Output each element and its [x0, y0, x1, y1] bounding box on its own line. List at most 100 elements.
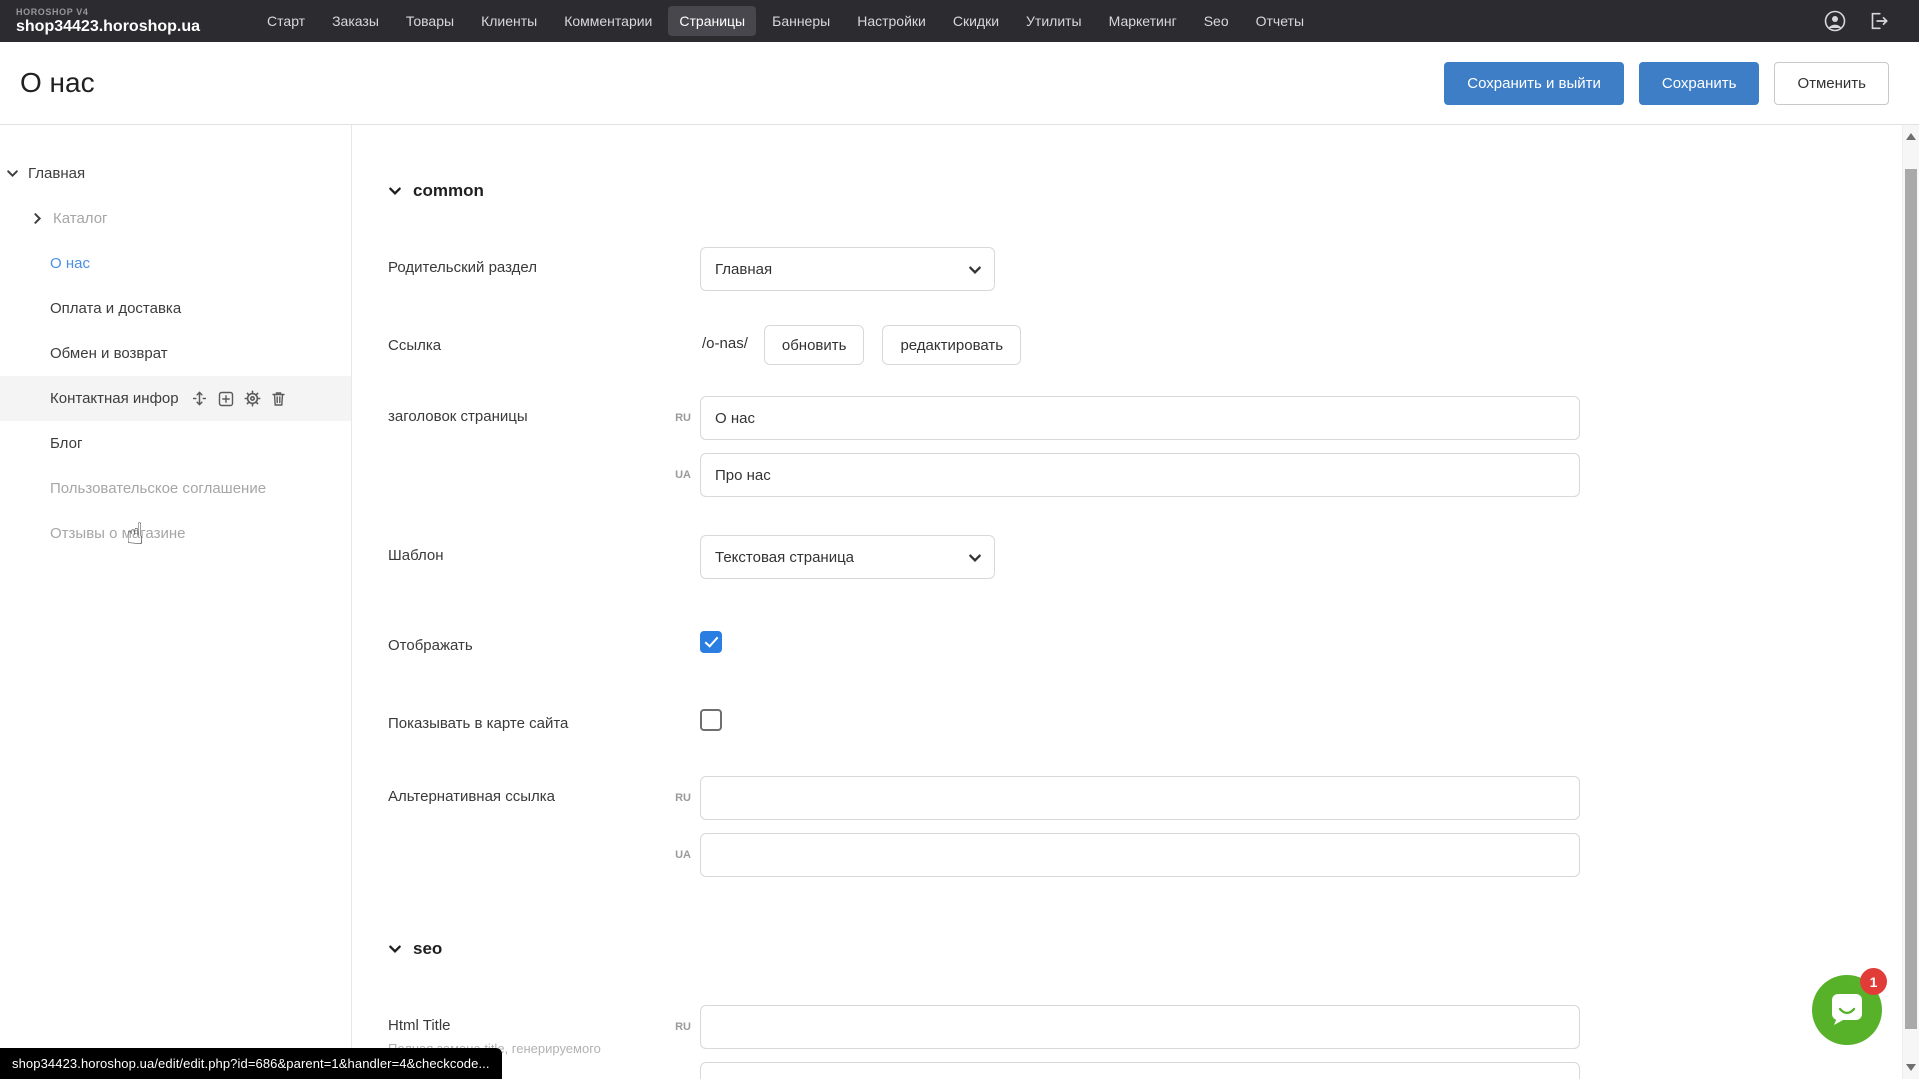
page-edit-form: common Родительский раздел Главная Ссылк… [352, 125, 1919, 1079]
tree-item-label: О нас [50, 255, 90, 272]
tree-item-otzyvy-o-magazine[interactable]: Отзывы о магазине [0, 511, 351, 556]
nav-item-marketing[interactable]: Маркетинг [1098, 6, 1188, 36]
field-label: Отображать [388, 625, 700, 654]
field-alt-link: Альтернативная ссылка RU UA [388, 776, 1919, 877]
scroll-up-arrow[interactable] [1906, 133, 1916, 140]
field-html-title: Html Title Полная замена title, генериру… [388, 1005, 1919, 1079]
chevron-right-icon[interactable] [31, 212, 44, 225]
tree-item-o-nas[interactable]: О нас [0, 241, 351, 286]
field-link: Ссылка /o-nas/ обновить редактировать [388, 325, 1919, 365]
nav-item-utilities[interactable]: Утилиты [1015, 6, 1093, 36]
tree-item-actions [191, 390, 286, 407]
nav-item-start[interactable]: Старт [256, 6, 316, 36]
tree-item-obmen-i-vozvrat[interactable]: Обмен и возврат [0, 331, 351, 376]
select-value: Текстовая страница [715, 549, 854, 566]
nav-item-settings[interactable]: Настройки [846, 6, 937, 36]
alt-link-ua-input[interactable] [700, 833, 1580, 877]
nav-item-seo[interactable]: Seo [1193, 6, 1240, 36]
field-label: Шаблон [388, 535, 700, 564]
add-page-icon[interactable] [218, 391, 234, 407]
page-title-ua-input[interactable] [700, 453, 1580, 497]
tree-item-label: Оплата и доставка [50, 300, 181, 317]
chevron-down-icon [388, 184, 402, 198]
page-title: О нас [20, 67, 95, 99]
header-buttons: Сохранить и выйти Сохранить Отменить [1444, 62, 1889, 105]
field-label: Родительский раздел [388, 247, 700, 276]
main-nav: Старт Заказы Товары Клиенты Комментарии … [256, 6, 1315, 36]
link-status-bar: shop34423.horoshop.ua/edit/edit.php?id=6… [0, 1048, 502, 1079]
chevron-down-icon [388, 942, 402, 956]
tree-item-polzovatelskoe-soglashenie[interactable]: Пользовательское соглашение [0, 466, 351, 511]
lang-tag-ua: UA [644, 833, 700, 861]
html-title-ua-input[interactable] [700, 1062, 1580, 1079]
cancel-button[interactable]: Отменить [1774, 62, 1889, 105]
nav-item-clients[interactable]: Клиенты [470, 6, 548, 36]
field-label: Html Title [388, 1017, 644, 1034]
nav-item-products[interactable]: Товары [395, 6, 465, 36]
chevron-down-icon [968, 551, 982, 569]
brand-logo[interactable]: HOROSHOP V4 shop34423.horoshop.ua [16, 8, 200, 35]
body: Главная Каталог О нас Оплата и доставка … [0, 125, 1919, 1079]
section-seo[interactable]: seo [388, 939, 1919, 959]
alt-link-ru-input[interactable] [700, 776, 1580, 820]
section-common[interactable]: common [388, 181, 1919, 201]
refresh-link-button[interactable]: обновить [764, 325, 865, 365]
field-display: Отображать [388, 625, 1919, 654]
chevron-down-icon[interactable] [6, 167, 19, 180]
page-title-ru-input[interactable] [700, 396, 1580, 440]
tree-item-label: Блог [50, 435, 82, 452]
nav-item-orders[interactable]: Заказы [321, 6, 390, 36]
drag-move-icon[interactable] [191, 390, 208, 407]
tree-item-glavnaya[interactable]: Главная [0, 151, 351, 196]
tree-item-katalog[interactable]: Каталог [0, 196, 351, 241]
select-value: Главная [715, 261, 772, 278]
sitemap-checkbox[interactable] [700, 709, 722, 731]
vertical-scrollbar[interactable] [1902, 125, 1919, 1079]
field-template: Шаблон Текстовая страница [388, 535, 1919, 579]
field-label: Показывать в карте сайта [388, 703, 700, 732]
section-title: common [413, 181, 484, 201]
chat-widget-button[interactable]: 1 [1812, 975, 1882, 1045]
nav-item-banners[interactable]: Баннеры [761, 6, 841, 36]
logout-icon[interactable] [1867, 10, 1889, 32]
nav-item-reports[interactable]: Отчеты [1245, 6, 1315, 36]
tree-item-blog[interactable]: Блог [0, 421, 351, 466]
nav-item-discounts[interactable]: Скидки [942, 6, 1010, 36]
pages-tree-sidebar: Главная Каталог О нас Оплата и доставка … [0, 125, 352, 1079]
settings-gear-icon[interactable] [244, 390, 261, 407]
lang-tag-ru: RU [644, 396, 700, 424]
tree-item-label: Отзывы о магазине [50, 525, 185, 542]
field-label: Ссылка [388, 325, 700, 354]
parent-section-select[interactable]: Главная [700, 247, 995, 291]
template-select[interactable]: Текстовая страница [700, 535, 995, 579]
tree-item-label: Обмен и возврат [50, 345, 168, 362]
delete-trash-icon[interactable] [271, 391, 286, 407]
account-icon[interactable] [1823, 9, 1847, 33]
edit-link-button[interactable]: редактировать [882, 325, 1021, 365]
tree-item-label: Контактная инфор [50, 390, 179, 407]
page-header: О нас Сохранить и выйти Сохранить Отмени… [0, 42, 1919, 125]
topbar: HOROSHOP V4 shop34423.horoshop.ua Старт … [0, 0, 1919, 42]
chat-bubble-icon [1828, 992, 1866, 1028]
save-and-exit-button[interactable]: Сохранить и выйти [1444, 62, 1624, 105]
save-button[interactable]: Сохранить [1639, 62, 1760, 105]
lang-tag-ru: RU [644, 1005, 700, 1033]
chat-notification-badge: 1 [1860, 968, 1887, 995]
field-label: заголовок страницы [388, 396, 644, 425]
tree-item-kontaktnaya-infor[interactable]: Контактная инфор [0, 376, 351, 421]
topbar-right [1823, 9, 1903, 33]
display-checkbox[interactable] [700, 631, 722, 653]
lang-tag-ru: RU [644, 776, 700, 804]
field-sitemap: Показывать в карте сайта [388, 703, 1919, 732]
field-parent-section: Родительский раздел Главная [388, 247, 1919, 291]
scroll-down-arrow[interactable] [1906, 1064, 1916, 1071]
lang-tag-ua: UA [644, 453, 700, 481]
nav-item-comments[interactable]: Комментарии [553, 6, 663, 36]
chevron-down-icon [968, 263, 982, 281]
tree-item-oplata-i-dostavka[interactable]: Оплата и доставка [0, 286, 351, 331]
nav-item-pages[interactable]: Страницы [668, 6, 756, 36]
scrollbar-thumb[interactable] [1905, 169, 1917, 1029]
app-window: HOROSHOP V4 shop34423.horoshop.ua Старт … [0, 0, 1919, 1079]
html-title-ru-input[interactable] [700, 1005, 1580, 1049]
field-page-title: заголовок страницы RU UA [388, 396, 1919, 497]
